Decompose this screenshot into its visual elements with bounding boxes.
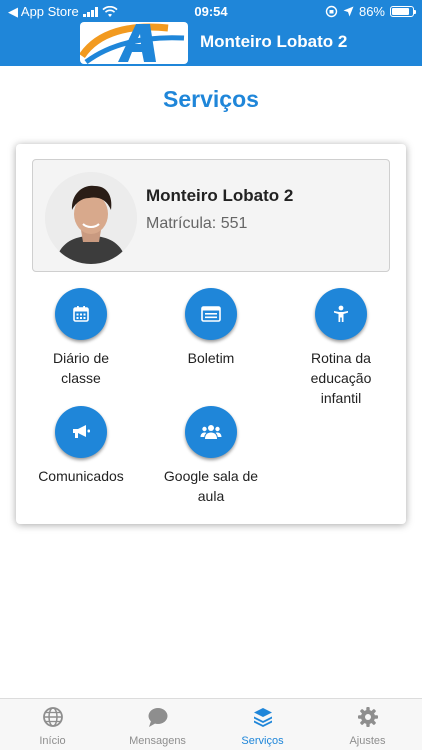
- service-label: Google sala de aula: [163, 468, 259, 504]
- orientation-lock-icon: [325, 5, 338, 18]
- status-bar: ◀ App Store 09:54 86%: [0, 0, 422, 22]
- student-profile[interactable]: Monteiro Lobato 2 Matrícula: 551: [32, 159, 390, 272]
- student-registration: Matrícula: 551: [146, 215, 248, 232]
- avatar: [45, 172, 137, 264]
- service-label: Rotina da educação infantil: [310, 350, 372, 406]
- megaphone-icon: [73, 425, 90, 438]
- service-google-sala-de-aula[interactable]: Google sala de aula: [146, 406, 276, 506]
- service-label: Boletim: [187, 350, 235, 366]
- users-icon: [200, 425, 222, 439]
- tab-label: Serviços: [241, 735, 284, 747]
- tab-label: Mensagens: [129, 735, 186, 747]
- service-diario-de-classe[interactable]: Diário de classe: [16, 288, 146, 388]
- service-comunicados[interactable]: Comunicados: [16, 406, 146, 486]
- calendar-icon: [73, 306, 89, 322]
- app-header: ◀ App Store 09:54 86% Monteiro Lobato 2: [0, 0, 422, 66]
- location-icon: [343, 6, 354, 17]
- report-card-icon: [201, 306, 221, 322]
- header-title: Monteiro Lobato 2: [200, 32, 348, 51]
- layers-icon: [253, 708, 272, 727]
- tab-servicos[interactable]: Serviços: [210, 705, 315, 747]
- service-rotina-educacao-infantil[interactable]: Rotina da educação infantil: [276, 288, 406, 408]
- page-title: Serviços: [163, 86, 259, 112]
- service-boletim[interactable]: Boletim: [146, 288, 276, 368]
- service-label: Diário de classe: [52, 350, 110, 386]
- bottom-tab-bar: Início Mensagens Serviços Ajustes: [0, 698, 422, 750]
- chat-icon: [148, 708, 167, 727]
- tab-inicio[interactable]: Início: [0, 705, 105, 747]
- tab-mensagens[interactable]: Mensagens: [105, 705, 210, 747]
- tab-label: Ajustes: [349, 735, 386, 747]
- tab-label: Início: [39, 735, 66, 747]
- battery-percent: 86%: [358, 4, 385, 19]
- student-name: Monteiro Lobato 2: [146, 186, 294, 205]
- battery-icon: [390, 6, 416, 17]
- service-label: Comunicados: [38, 468, 124, 484]
- globe-icon: [42, 707, 63, 727]
- services-card: Monteiro Lobato 2 Matrícula: 551 Diário …: [16, 144, 406, 524]
- gear-icon: [357, 707, 378, 727]
- tab-ajustes[interactable]: Ajustes: [315, 705, 420, 747]
- school-logo: [80, 22, 188, 64]
- child-icon: [334, 305, 348, 322]
